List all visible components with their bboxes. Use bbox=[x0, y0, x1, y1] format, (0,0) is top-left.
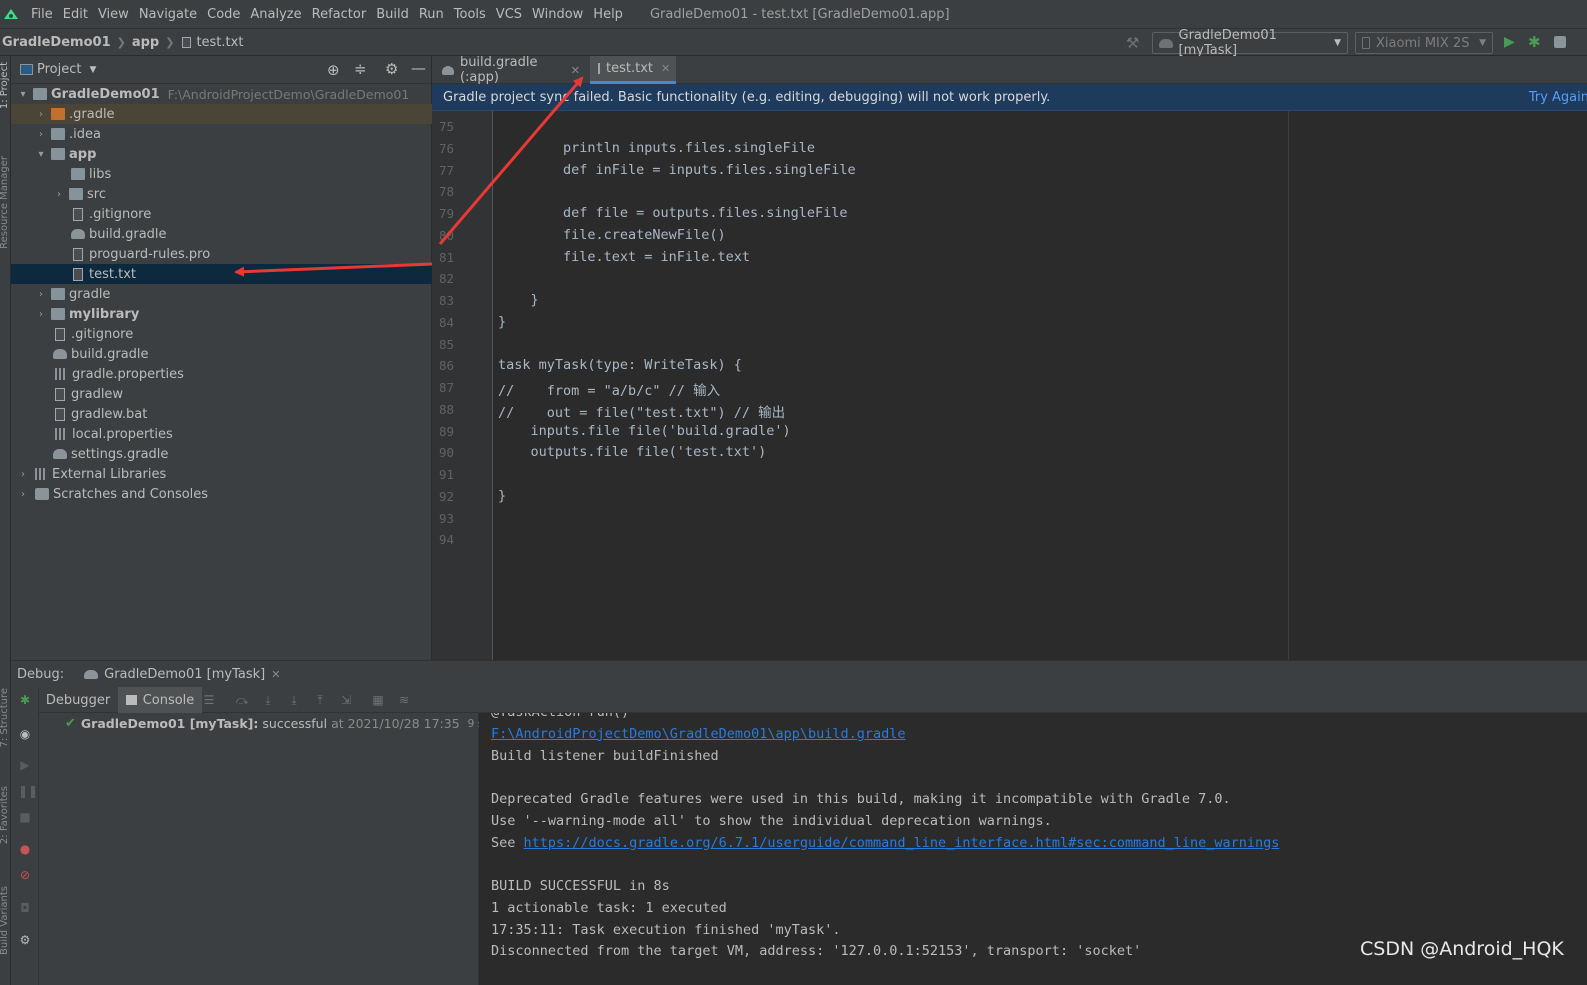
watermark: CSDN @Android_HQK bbox=[1360, 938, 1564, 960]
annotation-arrows-overlay bbox=[234, 76, 584, 277]
arrow-to-test-txt-tab bbox=[438, 76, 584, 245]
arrow-to-test-txt bbox=[234, 262, 433, 277]
